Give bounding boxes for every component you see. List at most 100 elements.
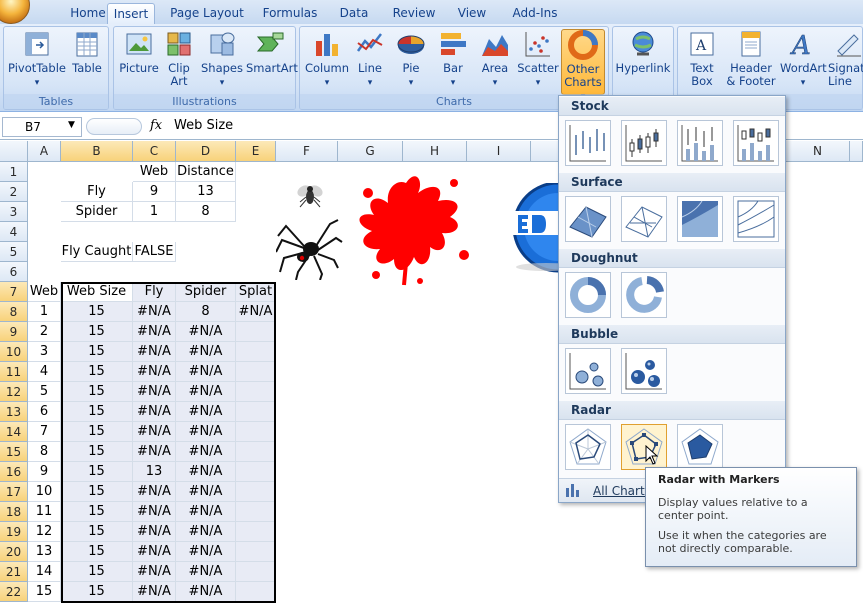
bubble-3d-thumb[interactable]: [621, 348, 667, 394]
table-cell[interactable]: 1: [28, 302, 61, 322]
table-cell[interactable]: 2: [28, 322, 61, 342]
table-cell[interactable]: #N/A: [176, 342, 236, 362]
cell-c7[interactable]: Fly: [133, 282, 176, 302]
row-header-22[interactable]: 22: [0, 582, 28, 602]
row-header-4[interactable]: 4: [0, 222, 28, 242]
table-cell[interactable]: 15: [61, 322, 133, 342]
row-header-15[interactable]: 15: [0, 442, 28, 462]
table-cell[interactable]: 10: [28, 482, 61, 502]
table-cell[interactable]: 15: [61, 462, 133, 482]
table-cell[interactable]: #N/A: [176, 522, 236, 542]
table-cell[interactable]: #N/A: [133, 562, 176, 582]
line-chart-button[interactable]: Line ▾: [352, 29, 388, 90]
cell-b5[interactable]: Fly Caught: [61, 242, 133, 262]
table-cell[interactable]: 15: [61, 402, 133, 422]
table-button[interactable]: Table: [68, 29, 106, 75]
cell-c3[interactable]: 1: [133, 202, 176, 222]
row-header-11[interactable]: 11: [0, 362, 28, 382]
table-cell[interactable]: #N/A: [133, 422, 176, 442]
table-cell[interactable]: #N/A: [133, 302, 176, 322]
table-cell[interactable]: #N/A: [176, 562, 236, 582]
stock-vohlc-thumb[interactable]: [733, 120, 779, 166]
table-cell[interactable]: #N/A: [176, 382, 236, 402]
row-header-5[interactable]: 5: [0, 242, 28, 262]
bar-chart-button[interactable]: Bar ▾: [434, 29, 472, 90]
row-header-20[interactable]: 20: [0, 542, 28, 562]
table-cell[interactable]: 15: [61, 302, 133, 322]
stock-hlc-thumb[interactable]: [565, 120, 611, 166]
tab-add-ins[interactable]: Add-Ins: [505, 3, 565, 24]
row-header-10[interactable]: 10: [0, 342, 28, 362]
table-cell[interactable]: #N/A: [133, 362, 176, 382]
cell-e7[interactable]: Splat: [236, 282, 276, 302]
row-header-6[interactable]: 6: [0, 262, 28, 282]
cell-d3[interactable]: 8: [176, 202, 236, 222]
column-header-j[interactable]: [531, 141, 559, 162]
tab-data[interactable]: Data: [333, 3, 375, 24]
table-cell[interactable]: 13: [28, 542, 61, 562]
wordart-button[interactable]: A WordArt ▾: [780, 29, 827, 90]
table-cell[interactable]: 7: [28, 422, 61, 442]
row-header-9[interactable]: 9: [0, 322, 28, 342]
cell-c1[interactable]: Web: [133, 162, 176, 182]
table-cell[interactable]: [236, 322, 276, 342]
column-header-n[interactable]: N: [786, 141, 850, 162]
other-charts-button[interactable]: OtherCharts▾: [561, 29, 605, 102]
table-cell[interactable]: 9: [28, 462, 61, 482]
table-cell[interactable]: [236, 342, 276, 362]
table-cell[interactable]: [236, 462, 276, 482]
table-cell[interactable]: 15: [61, 502, 133, 522]
cell-d2[interactable]: 13: [176, 182, 236, 202]
table-cell[interactable]: [236, 442, 276, 462]
bubble-thumb[interactable]: [565, 348, 611, 394]
table-cell[interactable]: [236, 482, 276, 502]
table-cell[interactable]: 8: [28, 442, 61, 462]
signature-line-button[interactable]: SignatuLine: [828, 29, 863, 88]
surface-contour-thumb[interactable]: [677, 196, 723, 242]
table-cell[interactable]: 15: [61, 482, 133, 502]
table-cell[interactable]: #N/A: [176, 542, 236, 562]
area-chart-button[interactable]: Area ▾: [476, 29, 514, 90]
table-cell[interactable]: [236, 522, 276, 542]
surface-wireframe-thumb[interactable]: [621, 196, 667, 242]
table-cell[interactable]: #N/A: [176, 442, 236, 462]
name-box-dropdown-icon[interactable]: ▼: [68, 120, 75, 130]
cell-b3[interactable]: Spider: [61, 202, 133, 222]
cell-d7[interactable]: Spider: [176, 282, 236, 302]
tab-view[interactable]: View: [452, 3, 492, 24]
row-header-2[interactable]: 2: [0, 182, 28, 202]
cell-d1[interactable]: Distance: [176, 162, 236, 182]
table-cell[interactable]: 4: [28, 362, 61, 382]
table-cell[interactable]: #N/A: [176, 462, 236, 482]
table-cell[interactable]: #N/A: [176, 482, 236, 502]
pivottable-button[interactable]: PivotTable ▾: [8, 29, 66, 90]
table-cell[interactable]: #N/A: [176, 582, 236, 602]
filled-radar-thumb[interactable]: [677, 424, 723, 470]
table-cell[interactable]: 15: [61, 362, 133, 382]
table-cell[interactable]: 13: [133, 462, 176, 482]
column-header-o[interactable]: [850, 141, 863, 162]
table-cell[interactable]: 3: [28, 342, 61, 362]
table-cell[interactable]: #N/A: [133, 342, 176, 362]
table-cell[interactable]: 15: [61, 542, 133, 562]
table-cell[interactable]: [236, 502, 276, 522]
table-cell[interactable]: 15: [61, 562, 133, 582]
table-cell[interactable]: #N/A: [133, 502, 176, 522]
table-cell[interactable]: #N/A: [176, 502, 236, 522]
cell-b7-active[interactable]: Web Size: [61, 282, 133, 302]
table-cell[interactable]: #N/A: [176, 402, 236, 422]
tab-page-layout[interactable]: Page Layout: [166, 3, 248, 24]
shapes-button[interactable]: Shapes ▾: [200, 29, 244, 90]
office-button[interactable]: [0, 0, 30, 24]
table-cell[interactable]: #N/A: [133, 322, 176, 342]
table-cell[interactable]: 5: [28, 382, 61, 402]
cell-a7[interactable]: Web: [28, 282, 61, 302]
row-header-19[interactable]: 19: [0, 522, 28, 542]
table-cell[interactable]: 15: [61, 342, 133, 362]
row-header-7[interactable]: 7: [0, 282, 28, 302]
row-header-17[interactable]: 17: [0, 482, 28, 502]
table-cell[interactable]: 15: [28, 582, 61, 602]
cell-c2[interactable]: 9: [133, 182, 176, 202]
radar-with-markers-thumb[interactable]: [621, 424, 667, 470]
table-cell[interactable]: [236, 402, 276, 422]
